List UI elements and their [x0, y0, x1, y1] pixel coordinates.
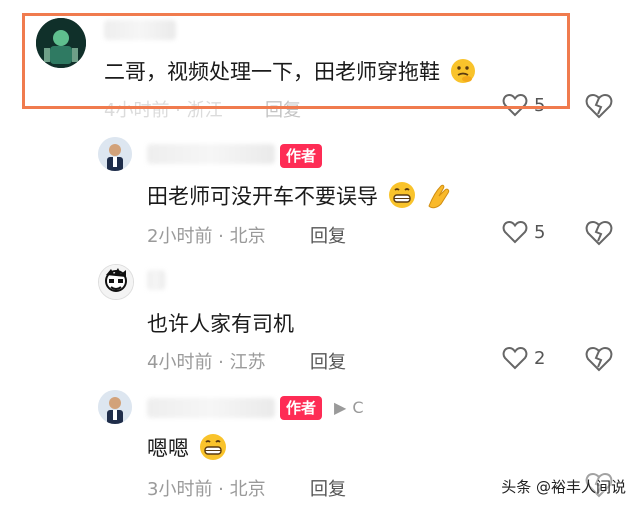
- comment-text: 嗯嗯: [147, 432, 228, 467]
- reply-button[interactable]: 回复: [265, 96, 301, 122]
- reply-to-indicator[interactable]: ▶ C: [334, 398, 363, 417]
- watermark: 头条 @裕丰人间说: [501, 478, 626, 496]
- like-button[interactable]: 2: [502, 346, 545, 370]
- username-blurred[interactable]: [147, 270, 165, 290]
- author-badge: 作者: [280, 144, 323, 168]
- like-button[interactable]: 5: [502, 220, 545, 244]
- avatar[interactable]: [36, 18, 86, 68]
- grin-emoji-icon: [198, 432, 228, 467]
- reply-to-name: C: [352, 398, 364, 417]
- broken-heart-icon: [585, 220, 613, 246]
- heart-outline-icon: [502, 346, 528, 370]
- dislike-button[interactable]: [585, 346, 613, 376]
- ok-hand-emoji-icon: [425, 180, 457, 215]
- heart-outline-icon: [502, 220, 528, 244]
- like-count: 5: [534, 221, 546, 243]
- heart-outline-icon: [502, 93, 528, 117]
- comment-time-location: 2小时前 · 北京: [147, 226, 266, 247]
- username-blurred[interactable]: [104, 20, 176, 40]
- thinking-face-emoji-icon: [449, 57, 477, 90]
- like-count: 2: [534, 347, 546, 369]
- like-count: 5: [534, 94, 546, 116]
- reply-button[interactable]: 回复: [310, 348, 346, 374]
- broken-heart-icon: [585, 93, 613, 119]
- dislike-button[interactable]: [585, 93, 613, 123]
- username-blurred[interactable]: [147, 398, 275, 418]
- author-badge: 作者: [280, 396, 323, 420]
- comment-text: 田老师可没开车不要误导: [147, 180, 457, 215]
- grin-emoji-icon: [387, 180, 417, 215]
- comment-text: 二哥，视频处理一下，田老师穿拖鞋: [104, 56, 477, 90]
- avatar[interactable]: [98, 264, 134, 300]
- like-button[interactable]: 5: [502, 93, 545, 117]
- comment-text: 也许人家有司机: [147, 312, 294, 336]
- comment-time-location: 3小时前 · 北京: [147, 479, 266, 500]
- comment-time-location: 4小时前 · 浙江: [104, 100, 223, 121]
- username-blurred[interactable]: [147, 144, 275, 164]
- reply-button[interactable]: 回复: [310, 222, 346, 248]
- comment-time-location: 4小时前 · 江苏: [147, 352, 266, 373]
- broken-heart-icon: [585, 346, 613, 372]
- reply-button[interactable]: 回复: [310, 475, 346, 501]
- dislike-button[interactable]: [585, 220, 613, 250]
- avatar[interactable]: [98, 390, 132, 424]
- play-triangle-icon: ▶: [334, 398, 347, 417]
- avatar[interactable]: [98, 137, 132, 171]
